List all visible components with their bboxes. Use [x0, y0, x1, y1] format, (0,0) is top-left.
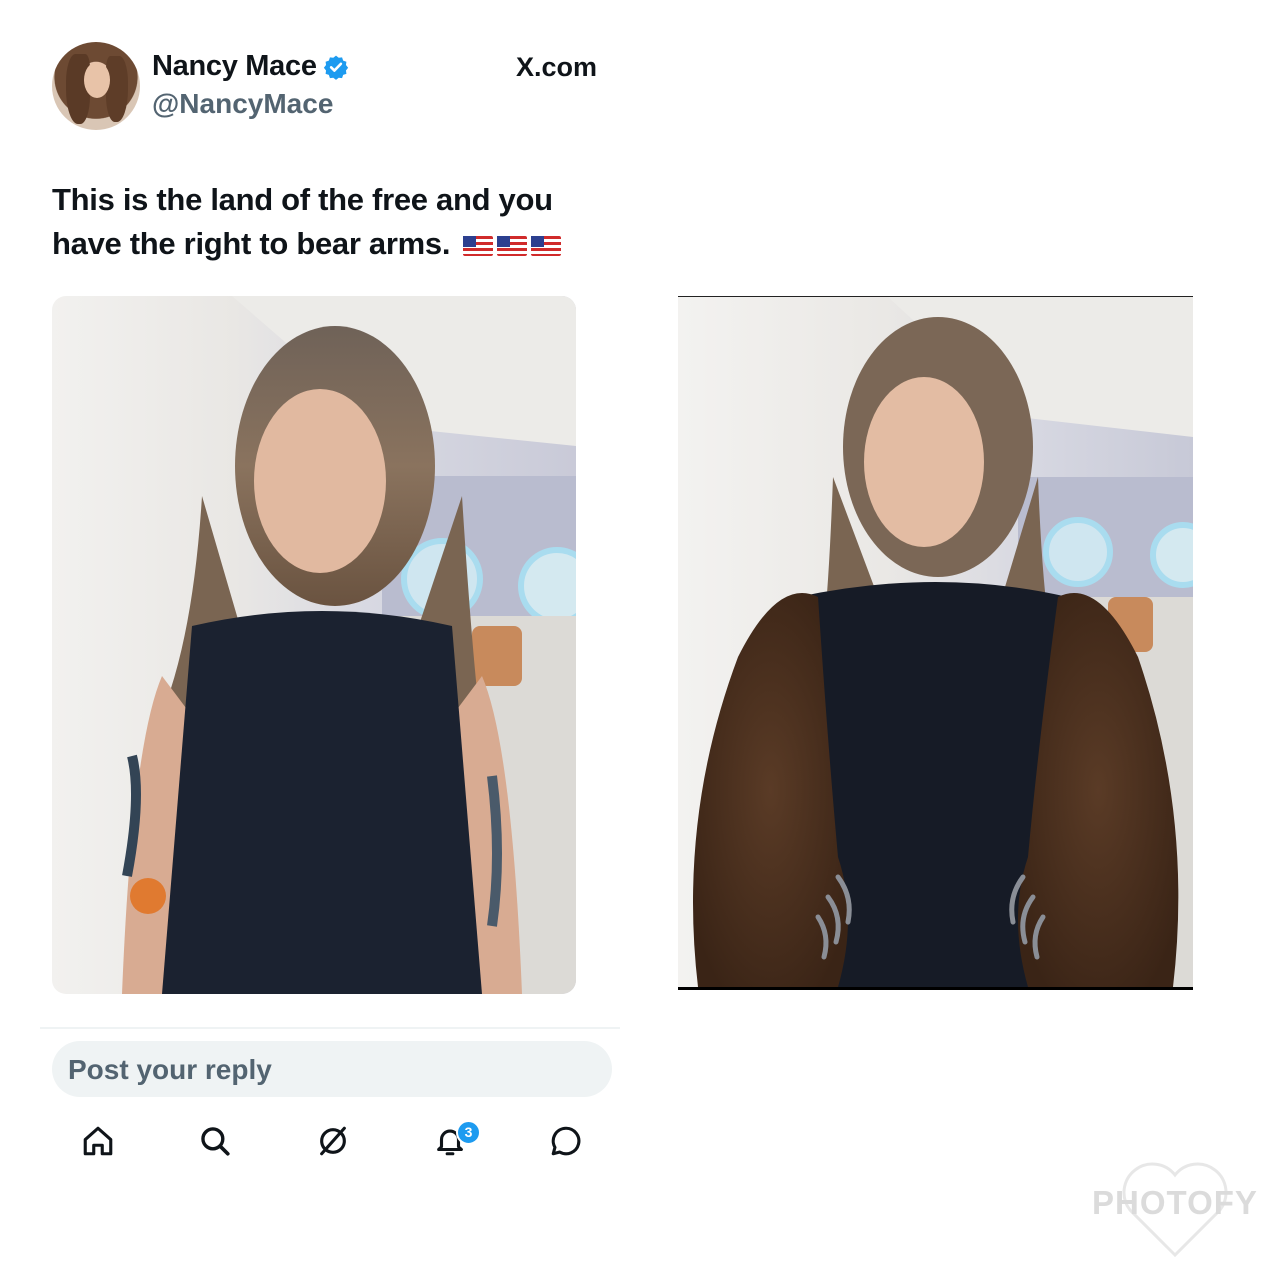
photo-woman-bear-arms	[678, 297, 1193, 987]
photo-woman-salon	[52, 296, 576, 994]
grok-icon[interactable]	[316, 1124, 350, 1158]
us-flag-icon	[496, 236, 527, 256]
verified-badge-icon	[323, 55, 348, 80]
edited-photo	[678, 296, 1193, 990]
tweet-photo[interactable]	[52, 296, 576, 994]
divider	[40, 1027, 620, 1029]
watermark-text: PHOTOFY	[1092, 1184, 1258, 1221]
reply-input[interactable]: Post your reply	[52, 1041, 612, 1097]
us-flag-icon	[530, 236, 561, 256]
avatar-face	[84, 62, 110, 98]
tweet-text: This is the land of the free and you hav…	[52, 178, 612, 266]
home-icon[interactable]	[81, 1124, 115, 1158]
us-flag-emoji-row	[459, 226, 561, 261]
messages-icon[interactable]	[549, 1124, 583, 1158]
source-label: X.com	[516, 52, 598, 82]
author-avatar[interactable]	[52, 42, 140, 130]
photofy-watermark: PHOTOFY	[1090, 1160, 1260, 1260]
reply-placeholder: Post your reply	[68, 1054, 272, 1085]
author-name-row[interactable]: Nancy Mace	[152, 50, 349, 83]
avatar-hair-right	[106, 56, 128, 122]
author-handle[interactable]: @NancyMace	[152, 88, 333, 120]
search-icon[interactable]	[198, 1124, 232, 1158]
author-name[interactable]: Nancy Mace	[152, 50, 317, 83]
us-flag-icon	[462, 236, 493, 256]
notification-count-badge: 3	[456, 1120, 481, 1145]
